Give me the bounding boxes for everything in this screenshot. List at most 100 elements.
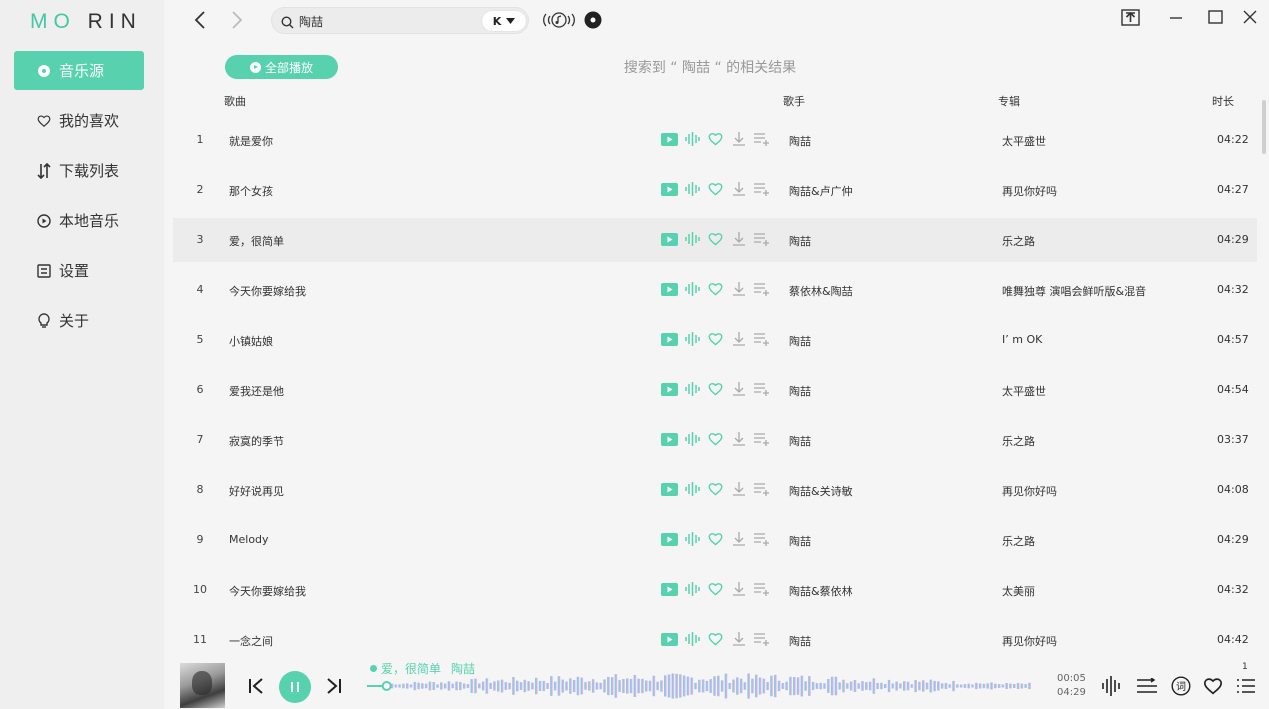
download-icon[interactable]: [727, 332, 750, 346]
song-singer[interactable]: 蔡依林&陶喆: [789, 283, 853, 299]
song-album[interactable]: 再见你好吗: [1002, 483, 1057, 499]
play-video-icon[interactable]: [658, 232, 681, 246]
audio-quality-icon[interactable]: [681, 582, 704, 596]
heart-icon[interactable]: [704, 232, 727, 246]
table-row[interactable]: 10 今天你要嫁给我 陶喆&蔡依林 太美丽 04:32: [173, 568, 1257, 612]
waveform-progress[interactable]: [367, 672, 1052, 700]
previous-button[interactable]: [246, 677, 266, 695]
audio-quality-icon[interactable]: [681, 232, 704, 246]
song-title[interactable]: 那个女孩: [229, 183, 273, 199]
table-row[interactable]: 1 就是爱你 陶喆 太平盛世 04:22: [173, 118, 1257, 162]
download-icon[interactable]: [727, 382, 750, 396]
heart-icon[interactable]: [704, 182, 727, 196]
song-title[interactable]: 爱我还是他: [229, 383, 284, 399]
sidebar-item-about[interactable]: 关于: [14, 301, 144, 340]
song-singer[interactable]: 陶喆&关诗敏: [789, 483, 853, 499]
download-icon[interactable]: [727, 532, 750, 546]
scrollbar[interactable]: [1262, 100, 1266, 154]
table-row[interactable]: 6 爱我还是他 陶喆 太平盛世 04:54: [173, 368, 1257, 412]
heart-icon[interactable]: [704, 632, 727, 646]
song-singer[interactable]: 陶喆: [789, 333, 811, 349]
song-singer[interactable]: 陶喆&蔡依林: [789, 583, 853, 599]
song-singer[interactable]: 陶喆: [789, 133, 811, 149]
next-button[interactable]: [324, 677, 344, 695]
song-album[interactable]: 再见你好吗: [1002, 633, 1057, 649]
table-row[interactable]: 11 一念之间 陶喆 再见你好吗 04:42: [173, 618, 1257, 658]
audio-quality-icon[interactable]: [681, 182, 704, 196]
back-button[interactable]: [190, 10, 210, 30]
song-title[interactable]: 爱，很简单: [229, 233, 284, 249]
song-title[interactable]: 小镇姑娘: [229, 333, 273, 349]
download-icon[interactable]: [727, 632, 750, 646]
add-to-playlist-icon[interactable]: [750, 132, 773, 146]
play-video-icon[interactable]: [658, 632, 681, 646]
song-title[interactable]: 今天你要嫁给我: [229, 583, 306, 599]
song-singer[interactable]: 陶喆: [789, 233, 811, 249]
heart-icon[interactable]: [704, 582, 727, 596]
play-video-icon[interactable]: [658, 532, 681, 546]
play-video-icon[interactable]: [658, 282, 681, 296]
favorite-button[interactable]: [1202, 675, 1224, 697]
play-mode-button[interactable]: [1136, 675, 1158, 697]
song-album[interactable]: 太平盛世: [1002, 383, 1046, 399]
add-to-playlist-icon[interactable]: [750, 382, 773, 396]
add-to-playlist-icon[interactable]: [750, 482, 773, 496]
heart-icon[interactable]: [704, 382, 727, 396]
listen-recognize-button[interactable]: [542, 9, 576, 31]
song-title[interactable]: 今天你要嫁给我: [229, 283, 306, 299]
song-singer[interactable]: 陶喆: [789, 533, 811, 549]
table-row[interactable]: 7 寂寞的季节 陶喆 乐之路 03:37: [173, 418, 1257, 462]
close-button[interactable]: [1240, 7, 1260, 27]
add-to-playlist-icon[interactable]: [750, 182, 773, 196]
download-icon[interactable]: [727, 132, 750, 146]
heart-icon[interactable]: [704, 432, 727, 446]
download-icon[interactable]: [727, 282, 750, 296]
table-row[interactable]: 8 好好说再见 陶喆&关诗敏 再见你好吗 04:08: [173, 468, 1257, 512]
song-title[interactable]: Melody: [229, 533, 269, 546]
table-row[interactable]: 2 那个女孩 陶喆&卢广仲 再见你好吗 04:27: [173, 168, 1257, 212]
sidebar-item-local-music[interactable]: 本地音乐: [14, 201, 144, 240]
table-row[interactable]: 5 小镇姑娘 陶喆 I’ m OK 04:57: [173, 318, 1257, 362]
pause-button[interactable]: [279, 671, 311, 703]
download-icon[interactable]: [727, 232, 750, 246]
song-title[interactable]: 一念之间: [229, 633, 273, 649]
play-video-icon[interactable]: [658, 432, 681, 446]
add-to-playlist-icon[interactable]: [750, 432, 773, 446]
add-to-playlist-icon[interactable]: [750, 532, 773, 546]
lyrics-button[interactable]: 词: [1170, 675, 1192, 697]
audio-quality-icon[interactable]: [681, 332, 704, 346]
heart-icon[interactable]: [704, 282, 727, 296]
pin-top-button[interactable]: [1120, 8, 1140, 26]
play-video-icon[interactable]: [658, 332, 681, 346]
song-album[interactable]: I’ m OK: [1002, 333, 1042, 346]
song-album[interactable]: 乐之路: [1002, 433, 1035, 449]
heart-icon[interactable]: [704, 482, 727, 496]
play-all-button[interactable]: 全部播放: [225, 55, 338, 79]
add-to-playlist-icon[interactable]: [750, 582, 773, 596]
play-video-icon[interactable]: [658, 482, 681, 496]
song-singer[interactable]: 陶喆&卢广仲: [789, 183, 853, 199]
song-album[interactable]: 唯舞独尊 演唱会鲜听版&混音: [1002, 283, 1146, 299]
download-icon[interactable]: [727, 182, 750, 196]
sidebar-item-downloads[interactable]: 下载列表: [14, 151, 144, 190]
forward-button[interactable]: [227, 10, 247, 30]
minimize-button[interactable]: [1166, 8, 1186, 26]
heart-icon[interactable]: [704, 532, 727, 546]
source-select[interactable]: K: [482, 11, 526, 31]
song-title[interactable]: 就是爱你: [229, 133, 273, 149]
album-cover[interactable]: [180, 663, 225, 708]
add-to-playlist-icon[interactable]: [750, 232, 773, 246]
playlist-button[interactable]: [1235, 675, 1257, 697]
download-icon[interactable]: [727, 582, 750, 596]
audio-quality-icon[interactable]: [681, 382, 704, 396]
progress-handle[interactable]: [381, 681, 392, 691]
visualizer-button[interactable]: [1100, 675, 1122, 697]
song-singer[interactable]: 陶喆: [789, 433, 811, 449]
song-album[interactable]: 乐之路: [1002, 533, 1035, 549]
add-to-playlist-icon[interactable]: [750, 332, 773, 346]
audio-quality-icon[interactable]: [681, 532, 704, 546]
song-album[interactable]: 太美丽: [1002, 583, 1035, 599]
audio-quality-icon[interactable]: [681, 432, 704, 446]
audio-quality-icon[interactable]: [681, 282, 704, 296]
play-video-icon[interactable]: [658, 382, 681, 396]
